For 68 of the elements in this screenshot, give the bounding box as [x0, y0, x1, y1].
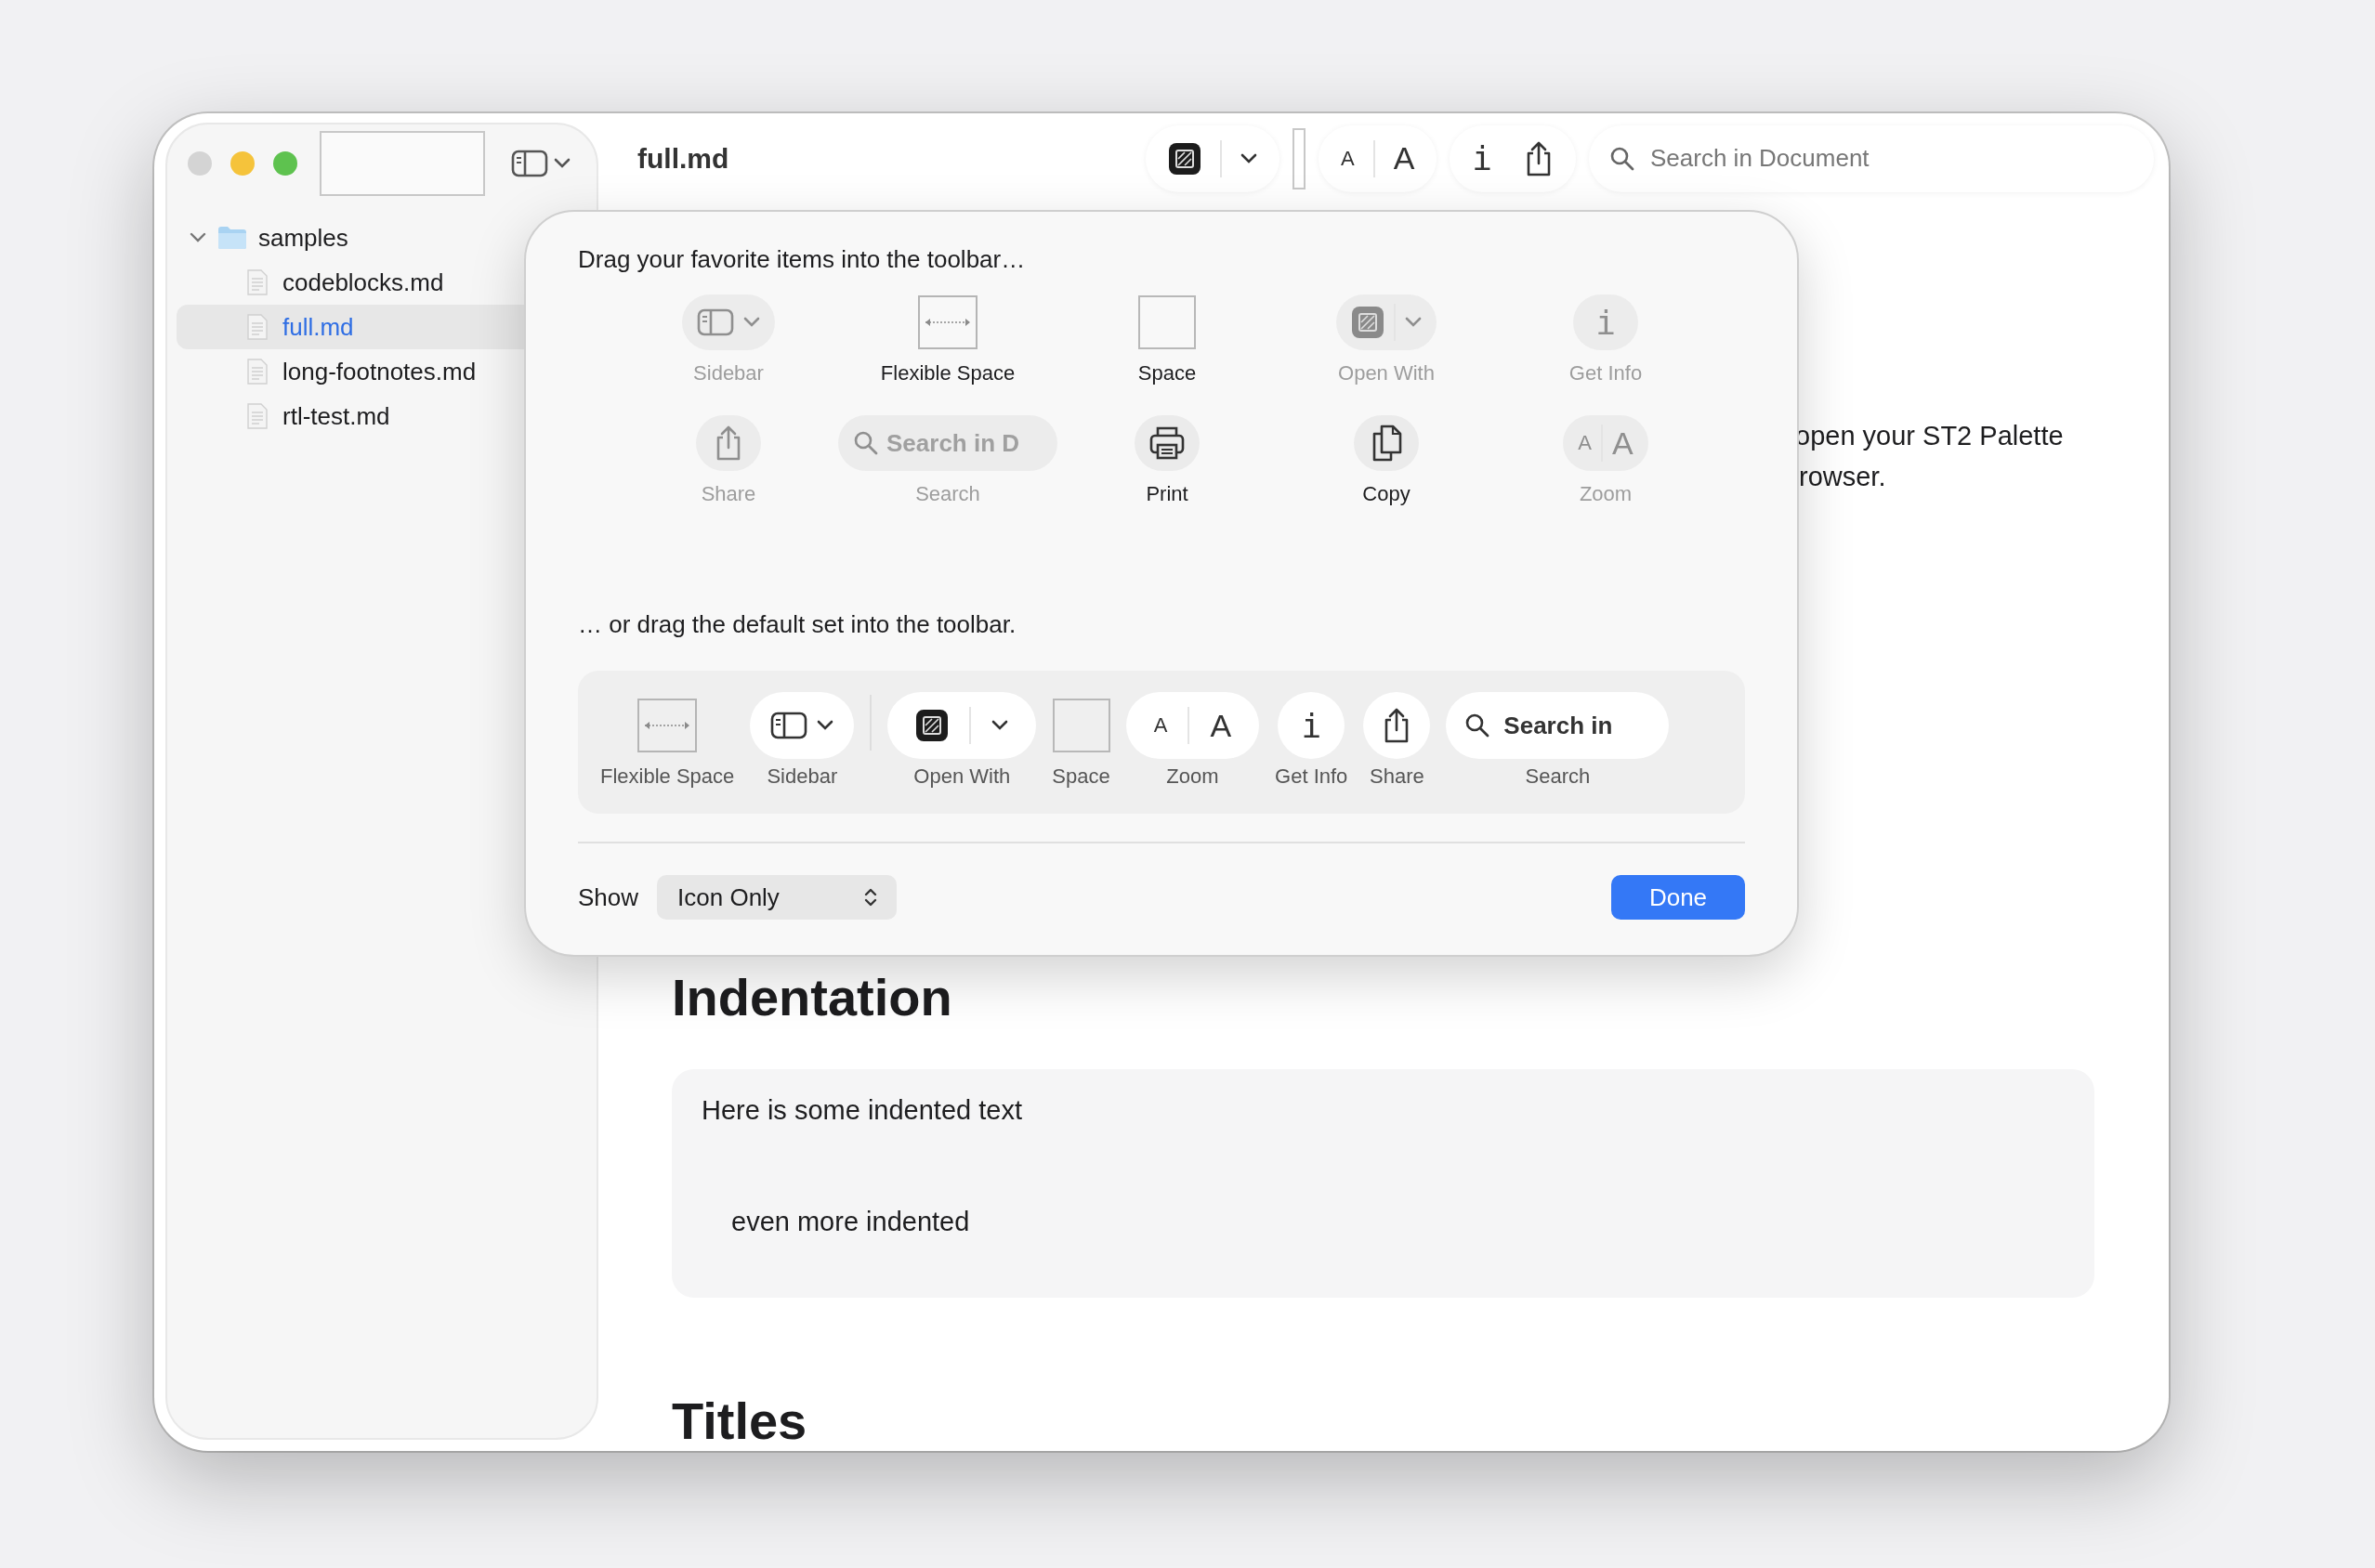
chevron-down-icon — [1240, 152, 1257, 164]
window-title: full.md — [637, 142, 729, 175]
disclosure-icon[interactable] — [190, 232, 206, 243]
show-dropdown[interactable]: Icon Only — [657, 875, 898, 920]
search-field-text: Search in — [1503, 711, 1613, 740]
show-label: Show — [578, 882, 639, 912]
copy-icon — [1371, 425, 1402, 462]
item-label: Space — [1137, 361, 1197, 385]
sidebar-toggle-button[interactable] — [511, 150, 571, 177]
sidebar-icon — [770, 712, 808, 739]
document-icon — [247, 314, 268, 340]
section-heading: Titles — [672, 1391, 808, 1451]
search-icon — [853, 430, 879, 456]
sidebar-icon — [697, 308, 734, 336]
paragraph-line: rowser. — [1799, 461, 1887, 493]
item-label: Open With — [1338, 361, 1435, 385]
item-label: Share — [1370, 764, 1424, 789]
flexible-space-icon — [637, 699, 698, 752]
item-label: Sidebar — [693, 361, 764, 385]
app-icon — [1167, 141, 1201, 176]
sheet-heading: Drag your favorite items into the toolbar… — [578, 245, 1027, 274]
search-field[interactable]: Search in — [1446, 692, 1670, 759]
item-label: Print — [1146, 482, 1188, 506]
done-button[interactable]: Done — [1611, 875, 1745, 920]
search-field-text: Search in D — [886, 428, 1020, 458]
space-outline — [1138, 295, 1196, 349]
chevron-down-icon — [743, 317, 760, 328]
document-icon — [247, 269, 268, 295]
search-field[interactable]: Search in Document — [1589, 124, 2154, 192]
item-label: Sidebar — [767, 764, 838, 789]
document-icon — [247, 403, 268, 429]
sidebar-icon — [511, 150, 548, 177]
section-heading: Indentation — [672, 967, 953, 1027]
search-icon — [1609, 145, 1635, 172]
updown-icon — [863, 886, 879, 908]
block-text: even more indented — [730, 1207, 971, 1238]
flexible-space-icon — [918, 295, 978, 349]
item-label: Open With — [913, 764, 1011, 789]
space-outline — [1052, 699, 1110, 752]
sheet-subheading: … or drag the default set into the toolbar. — [578, 610, 1017, 639]
block-text: Here is some indented text — [702, 1095, 1023, 1127]
app-icon — [915, 709, 950, 742]
item-label: Search — [1525, 764, 1591, 789]
search-icon — [1464, 712, 1491, 738]
app-icon — [1351, 306, 1384, 339]
document-icon — [247, 359, 268, 385]
item-label: Share — [701, 482, 756, 506]
item-label: Copy — [1362, 482, 1411, 506]
default-set-panel[interactable]: Flexible Space Sidebar Open With Space A A Zoom i Get Info Share Search in Search — [578, 671, 1745, 814]
chevron-down-icon — [991, 720, 1009, 731]
chevron-down-icon — [1405, 317, 1422, 328]
folder-icon — [217, 226, 247, 250]
info-button[interactable]: i — [1278, 692, 1345, 759]
chevron-down-icon — [817, 720, 834, 731]
printer-icon — [1149, 426, 1185, 460]
item-label: Flexible Space — [600, 764, 735, 789]
space-outline — [1292, 127, 1306, 189]
item-label: Zoom — [1579, 482, 1633, 506]
zoom-control[interactable]: A A — [1318, 124, 1437, 192]
item-label: Zoom — [1166, 764, 1219, 789]
info-button[interactable]: i — [1472, 139, 1492, 177]
item-label: Search — [915, 482, 980, 506]
item-label: Get Info — [1568, 361, 1643, 385]
item-label: Space — [1052, 764, 1110, 789]
zoom-control[interactable]: A A — [1125, 692, 1260, 759]
item-label: Flexible Space — [880, 361, 1016, 385]
chevron-down-icon — [554, 158, 571, 169]
item-label: Get Info — [1275, 764, 1348, 789]
